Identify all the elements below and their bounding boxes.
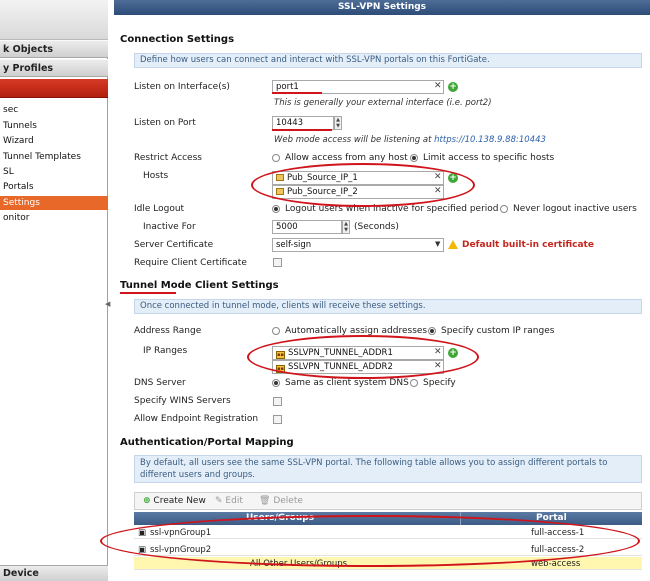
edit-label: Edit bbox=[225, 496, 243, 506]
sidebar-section-profiles[interactable]: y Profiles bbox=[0, 59, 108, 77]
auth-info-bar: By default, all users see the same SSL-V… bbox=[134, 455, 642, 483]
sidebar-item-tunnels[interactable]: Tunnels bbox=[3, 121, 37, 131]
connection-info-bar: Define how users can connect and interac… bbox=[134, 53, 642, 68]
create-new-button[interactable]: ⊕ Create New bbox=[143, 496, 206, 506]
never-logout-radio[interactable] bbox=[500, 205, 508, 213]
listen-port-label: Listen on Port bbox=[134, 118, 196, 128]
auth-mapping-heading: Authentication/Portal Mapping bbox=[120, 437, 294, 448]
custom-range-radio[interactable] bbox=[428, 327, 436, 335]
port-spinner-icon[interactable]: ▲ ▼ bbox=[334, 116, 342, 130]
cert-warning-text: Default built-in certificate bbox=[462, 240, 594, 250]
never-logout-label: Never logout inactive users bbox=[513, 204, 637, 214]
endpoint-checkbox[interactable] bbox=[273, 415, 282, 424]
sidebar-item-ipsec[interactable]: sec bbox=[3, 105, 18, 115]
address-range-label: Address Range bbox=[134, 326, 202, 336]
warning-icon bbox=[448, 240, 458, 249]
delete-label: Delete bbox=[273, 496, 303, 506]
server-cert-label: Server Certificate bbox=[134, 240, 214, 250]
sidebar-collapse-handle[interactable]: ◀ bbox=[105, 300, 110, 312]
sidebar-item-wizard[interactable]: Wizard bbox=[3, 136, 34, 146]
sidebar-item-monitor[interactable]: onitor bbox=[3, 213, 29, 223]
listen-port-hint: Web mode access will be listening at htt… bbox=[274, 135, 546, 145]
listen-port-url[interactable]: https://10.138.9.88:10443 bbox=[434, 135, 546, 145]
main-panel: SSL-VPN Settings Connection Settings Def… bbox=[114, 0, 650, 581]
chevron-down-icon[interactable]: ▼ bbox=[435, 240, 440, 248]
annotation-circle bbox=[100, 515, 640, 567]
listen-interface-hint: This is generally your external interfac… bbox=[274, 98, 492, 108]
connection-settings-heading: Connection Settings bbox=[120, 34, 235, 45]
server-cert-select[interactable]: self-sign bbox=[272, 238, 444, 252]
client-cert-label: Require Client Certificate bbox=[134, 258, 247, 268]
auto-assign-radio[interactable] bbox=[272, 327, 280, 335]
sidebar-item-ssl[interactable]: SL bbox=[3, 167, 14, 177]
sidebar-item-settings[interactable]: Settings bbox=[0, 196, 108, 210]
wins-checkbox[interactable] bbox=[273, 397, 282, 406]
listen-interface-label: Listen on Interface(s) bbox=[134, 82, 230, 92]
create-new-label: Create New bbox=[153, 496, 206, 506]
remove-icon[interactable]: ✕ bbox=[434, 81, 442, 91]
trash-icon: 🗑 bbox=[259, 496, 271, 506]
inactive-spinner-icon[interactable]: ▲ ▼ bbox=[342, 220, 350, 234]
listen-port-field[interactable]: 10443 bbox=[272, 116, 334, 130]
sidebar-top-panel bbox=[0, 0, 108, 40]
endpoint-label: Allow Endpoint Registration bbox=[134, 414, 259, 424]
hosts-label: Hosts bbox=[143, 171, 169, 181]
client-cert-checkbox[interactable] bbox=[273, 258, 282, 267]
custom-range-label: Specify custom IP ranges bbox=[441, 326, 555, 336]
annotation-underline bbox=[272, 129, 332, 131]
restrict-any-label: Allow access from any host bbox=[285, 153, 408, 163]
dns-server-label: DNS Server bbox=[134, 378, 186, 388]
idle-logout-label: Idle Logout bbox=[134, 204, 185, 214]
add-icon[interactable]: + bbox=[448, 82, 458, 92]
ip-ranges-label: IP Ranges bbox=[143, 346, 188, 356]
sidebar-item-tunnel-templates[interactable]: Tunnel Templates bbox=[3, 152, 81, 162]
sidebar: k Objects y Profiles sec Tunnels Wizard … bbox=[0, 0, 110, 581]
inactive-for-label: Inactive For bbox=[143, 222, 196, 232]
sidebar-item-portals[interactable]: Portals bbox=[3, 182, 34, 192]
window-title: SSL-VPN Settings bbox=[114, 0, 650, 15]
pencil-icon: ✎ bbox=[215, 496, 223, 506]
delete-button[interactable]: 🗑 Delete bbox=[259, 496, 303, 506]
dns-same-radio[interactable] bbox=[272, 379, 280, 387]
plus-icon: ⊕ bbox=[143, 496, 151, 506]
dns-same-label: Same as client system DNS bbox=[285, 378, 409, 388]
sidebar-section-device[interactable]: Device bbox=[0, 565, 108, 581]
restrict-access-label: Restrict Access bbox=[134, 153, 202, 163]
dns-specify-label: Specify bbox=[423, 378, 456, 388]
tunnel-info-bar: Once connected in tunnel mode, clients w… bbox=[134, 299, 642, 314]
annotation-underline bbox=[272, 92, 322, 94]
sidebar-section-vpn[interactable] bbox=[0, 79, 108, 98]
annotation-underline bbox=[120, 292, 176, 294]
edit-button[interactable]: ✎ Edit bbox=[215, 496, 243, 506]
restrict-specific-radio[interactable] bbox=[410, 154, 418, 162]
annotation-circle bbox=[247, 335, 479, 379]
tunnel-settings-heading: Tunnel Mode Client Settings bbox=[120, 280, 279, 291]
restrict-specific-label: Limit access to specific hosts bbox=[423, 153, 555, 163]
inactive-for-field[interactable]: 5000 bbox=[272, 220, 342, 234]
wins-label: Specify WINS Servers bbox=[134, 396, 231, 406]
listen-port-hint-text: Web mode access will be listening at bbox=[274, 135, 432, 145]
sidebar-section-objects[interactable]: k Objects bbox=[0, 40, 108, 58]
mapping-toolbar: ⊕ Create New ✎ Edit 🗑 Delete bbox=[134, 492, 642, 510]
inactive-unit-label: (Seconds) bbox=[354, 222, 399, 232]
idle-logout-radio[interactable] bbox=[272, 205, 280, 213]
annotation-circle bbox=[251, 163, 475, 207]
dns-specify-radio[interactable] bbox=[410, 379, 418, 387]
restrict-any-radio[interactable] bbox=[272, 154, 280, 162]
